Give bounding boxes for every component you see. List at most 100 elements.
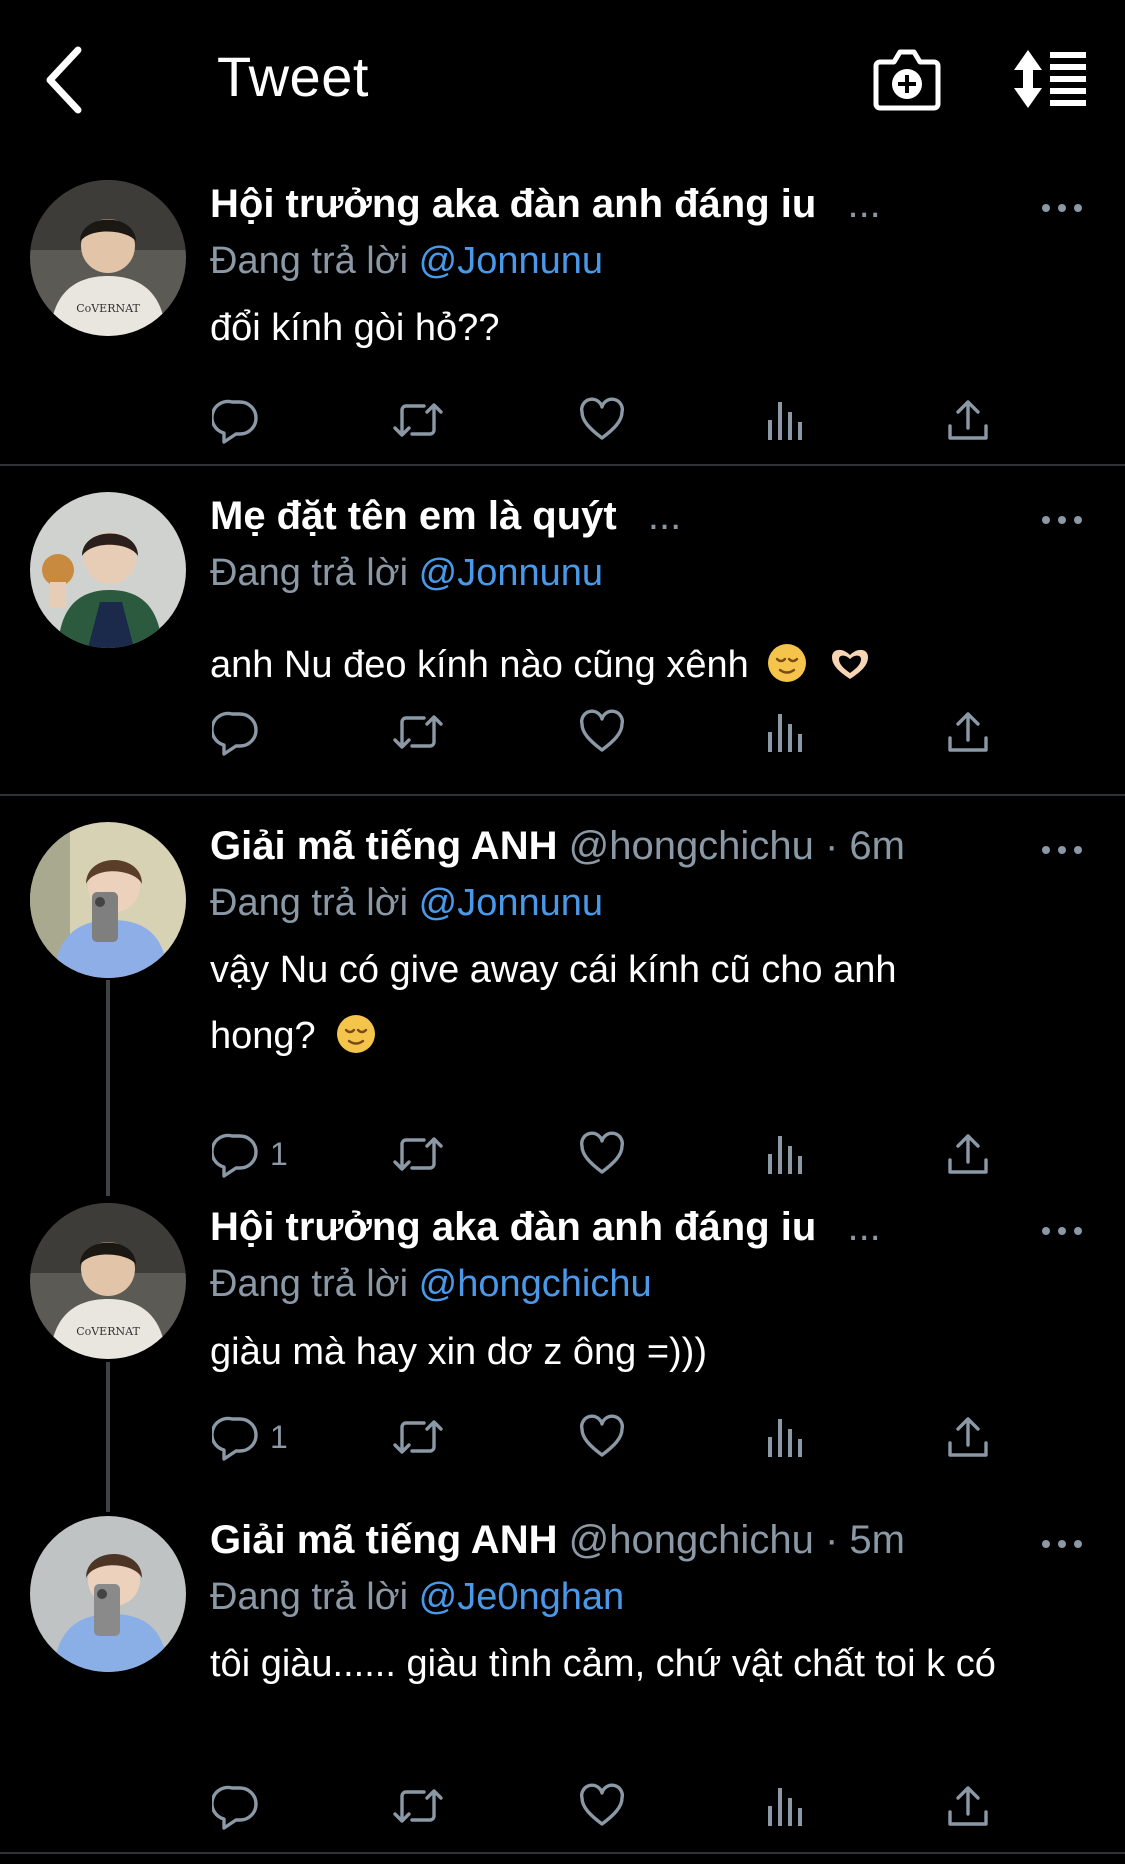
views-icon (762, 1782, 810, 1830)
views-button[interactable] (762, 1409, 810, 1465)
retweet-button[interactable] (392, 704, 444, 760)
replying-to: Đang trả lời @Je0nghan (210, 1576, 625, 1618)
tweet[interactable]: Mẹ đặt tên em là quýt ... Đang trả lời @… (0, 492, 1125, 792)
timestamp: · 5m (824, 1518, 905, 1562)
reply-count: 1 (270, 1418, 288, 1455)
page-title: Tweet (217, 45, 369, 108)
like-icon (578, 1413, 626, 1461)
retweet-icon (392, 708, 444, 756)
camera-plus-icon[interactable] (872, 46, 942, 112)
reply-button[interactable]: 1 (212, 1126, 288, 1182)
more-icon[interactable] (1040, 198, 1084, 218)
tweet-text: anh Nu đeo kính nào cũng xênh (210, 644, 749, 686)
more-icon[interactable] (1040, 840, 1084, 860)
mention-link[interactable]: @hongchichu (419, 1263, 652, 1305)
views-button[interactable] (762, 704, 810, 760)
mention-link[interactable]: @Jonnunu (419, 240, 603, 282)
display-name[interactable]: Hội trưởng aka đàn anh đáng iu (210, 1205, 816, 1249)
like-icon (578, 1130, 626, 1178)
tweet-text: đổi kính gòi hỏ?? (210, 307, 500, 349)
display-name[interactable]: Giải mã tiếng ANH (210, 1518, 557, 1562)
author-line: Giải mã tiếng ANH @hongchichu · 5m (210, 1518, 905, 1563)
replying-to: Đang trả lời @hongchichu (210, 1263, 652, 1305)
reply-button[interactable] (212, 704, 270, 760)
retweet-button[interactable] (392, 1126, 444, 1182)
share-button[interactable] (944, 704, 992, 760)
like-icon (578, 396, 626, 444)
author-line: Hội trưởng aka đàn anh đáng iu ... (210, 1205, 881, 1250)
retweet-button[interactable] (392, 392, 444, 448)
replying-to: Đang trả lời @Jonnunu (210, 552, 604, 594)
more-icon[interactable] (1040, 1221, 1084, 1241)
relieved-face-emoji-icon (337, 1015, 376, 1053)
avatar[interactable] (30, 180, 186, 336)
views-icon (762, 1413, 810, 1461)
divider (0, 1852, 1125, 1854)
reply-icon (212, 396, 260, 444)
like-icon (578, 708, 626, 756)
tweet[interactable]: Hội trưởng aka đàn anh đáng iu ... Đang … (0, 180, 1125, 466)
tweet-text-line: vậy Nu có give away cái kính cũ cho anh (210, 949, 897, 991)
share-icon (944, 1782, 992, 1830)
display-name[interactable]: Mẹ đặt tên em là quýt (210, 494, 617, 538)
tweet-text: vậy Nu có give away cái kính cũ cho anh … (210, 937, 1090, 1069)
reply-icon (212, 708, 260, 756)
share-icon (944, 396, 992, 444)
share-button[interactable] (944, 1778, 992, 1834)
divider (0, 794, 1125, 796)
avatar[interactable] (30, 1516, 186, 1672)
display-name[interactable]: Giải mã tiếng ANH (210, 824, 557, 868)
more-icon[interactable] (1040, 510, 1084, 530)
more-icon[interactable] (1040, 1534, 1084, 1554)
retweet-icon (392, 1413, 444, 1461)
action-bar (210, 704, 1010, 760)
avatar[interactable] (30, 492, 186, 648)
share-button[interactable] (944, 1409, 992, 1465)
relieved-face-emoji-icon (768, 644, 807, 682)
truncation-ellipsis: ... (847, 182, 881, 226)
share-button[interactable] (944, 1126, 992, 1182)
avatar[interactable] (30, 822, 186, 978)
retweet-button[interactable] (392, 1778, 444, 1834)
reply-count: 1 (270, 1135, 288, 1172)
tweet[interactable]: Giải mã tiếng ANH @hongchichu · 5m Đang … (0, 1516, 1125, 1836)
mention-link[interactable]: @Je0nghan (419, 1576, 625, 1618)
like-button[interactable] (578, 1126, 626, 1182)
tweet[interactable]: Hội trưởng aka đàn anh đáng iu ... Đang … (0, 1203, 1125, 1481)
mention-link[interactable]: @Jonnunu (419, 552, 603, 594)
views-icon (762, 708, 810, 756)
replying-to: Đang trả lời @Jonnunu (210, 882, 604, 924)
share-button[interactable] (944, 392, 992, 448)
share-icon (944, 1413, 992, 1461)
mention-link[interactable]: @Jonnunu (419, 882, 603, 924)
tweet[interactable]: Giải mã tiếng ANH @hongchichu · 6m Đang … (0, 822, 1125, 1192)
display-name[interactable]: Hội trưởng aka đàn anh đáng iu (210, 182, 816, 226)
tweet-text: giàu mà hay xin dơ z ông =))) (210, 1331, 707, 1373)
like-button[interactable] (578, 1778, 626, 1834)
views-button[interactable] (762, 392, 810, 448)
heart-hands-emoji-icon (831, 649, 868, 679)
like-button[interactable] (578, 392, 626, 448)
like-button[interactable] (578, 704, 626, 760)
action-bar (210, 392, 1010, 448)
retweet-icon (392, 396, 444, 444)
like-button[interactable] (578, 1409, 626, 1465)
reply-icon (212, 1413, 260, 1461)
top-bar: Tweet (0, 0, 1125, 160)
reply-button[interactable]: 1 (212, 1409, 288, 1465)
replying-to: Đang trả lời @Jonnunu (210, 240, 604, 282)
back-arrow-icon[interactable] (40, 42, 100, 118)
divider (0, 464, 1125, 466)
reply-button[interactable] (212, 1778, 270, 1834)
views-button[interactable] (762, 1778, 810, 1834)
reply-button[interactable] (212, 392, 270, 448)
tweet-text-line: anh Nu đeo kính nào cũng xênh (210, 632, 1090, 698)
action-bar: 1 (210, 1126, 1010, 1182)
retweet-button[interactable] (392, 1409, 444, 1465)
handle[interactable]: @hongchichu (569, 1518, 814, 1562)
views-button[interactable] (762, 1126, 810, 1182)
avatar[interactable] (30, 1203, 186, 1359)
handle[interactable]: @hongchichu (569, 824, 814, 868)
share-icon (944, 1130, 992, 1178)
sort-icon[interactable] (1012, 48, 1090, 110)
